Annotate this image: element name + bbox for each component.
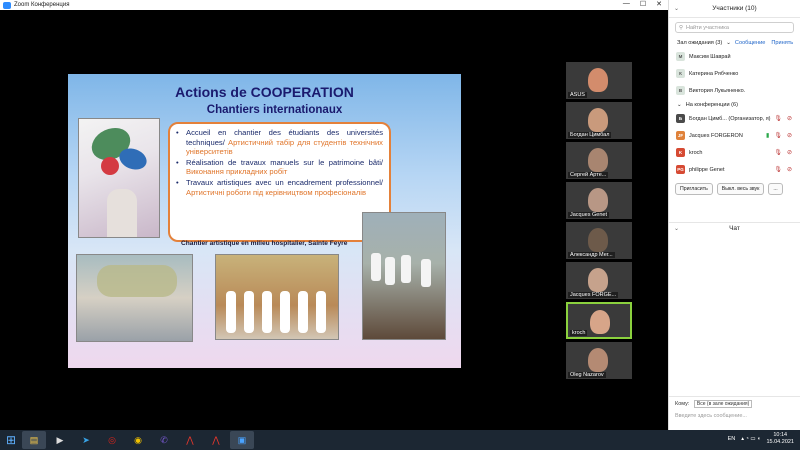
search-icon: ⚲ xyxy=(679,24,684,31)
video-tile-active-speaker[interactable]: kroch xyxy=(566,302,632,339)
maximize-button[interactable]: ☐ xyxy=(640,0,646,8)
video-tile[interactable]: Сергей Арте... xyxy=(566,142,632,179)
zoom-app-icon xyxy=(3,1,11,9)
acrobat-icon[interactable]: ⋀ xyxy=(178,431,202,449)
video-off-icon[interactable]: ⊘ xyxy=(787,115,792,122)
mute-all-button[interactable]: Выкл. весь звук xyxy=(716,183,765,195)
opera-icon[interactable]: ◎ xyxy=(100,431,124,449)
video-tile[interactable]: Jacques FORGE... xyxy=(566,262,632,299)
windows-taskbar: ⊞ ▤ ▶ ➤ ◎ ◉ ✆ ⋀ ⋀ ▣ EN ▴ ◔ ▭ ◖ 10:14 15.… xyxy=(0,430,800,450)
video-tile[interactable]: ASUS xyxy=(566,62,632,99)
video-off-icon[interactable]: ⊘ xyxy=(787,149,792,156)
language-indicator[interactable]: EN xyxy=(728,436,736,442)
more-options-button[interactable]: ... xyxy=(768,183,783,195)
window-titlebar: Zoom Конференция — ☐ ✕ xyxy=(0,0,668,10)
video-tile[interactable]: Oleg Nazarov xyxy=(566,342,632,379)
avatar: М xyxy=(676,52,685,61)
participant-row[interactable]: Б Богдан Цимб... (Организатор, я) 🎙 ⊘ xyxy=(669,110,800,127)
slide-caption: Chantier artistique en milieu hospitalie… xyxy=(181,240,348,247)
slide-title: Actions de COOPERATION xyxy=(175,84,354,100)
video-off-icon[interactable]: ⊘ xyxy=(787,166,792,173)
mural-painting-photo xyxy=(78,118,160,238)
viber-icon[interactable]: ✆ xyxy=(152,431,176,449)
avatar: В xyxy=(676,86,685,95)
chat-composer: Кому: Все (в зале ожидания) Введите здес… xyxy=(669,396,800,422)
participants-header: ⌄ Участники (10) xyxy=(669,0,800,18)
chat-message-input[interactable]: Введите здесь сообщение... xyxy=(675,413,794,419)
waiting-room-section: Зал ожидания (3) ⌄ Сообщение Принять xyxy=(677,39,794,46)
minimize-button[interactable]: — xyxy=(623,0,630,8)
pdf-reader-icon[interactable]: ⋀ xyxy=(204,431,228,449)
window-title: Zoom Конференция xyxy=(14,2,70,8)
zoom-taskbar-icon[interactable]: ▣ xyxy=(230,431,254,449)
tray-icons[interactable]: ▴ ◔ ▭ ◖ xyxy=(741,436,760,442)
participant-row[interactable]: PG philippe Genet 🎙 ⊘ xyxy=(669,161,800,178)
waiting-participant-row[interactable]: В Виктория Лукьяненко. xyxy=(669,82,800,99)
slide-subtitle: Chantiers internationaux xyxy=(206,104,343,116)
participant-actions: Пригласить Выкл. весь звук ... xyxy=(669,178,800,200)
avatar: К xyxy=(676,69,685,78)
mic-muted-icon[interactable]: 🎙 xyxy=(774,115,782,122)
chevron-down-icon[interactable]: ⌄ xyxy=(674,5,679,12)
system-tray: EN ▴ ◔ ▭ ◖ 10:14 15.04.2021 xyxy=(728,432,794,446)
waiting-participant-row[interactable]: К Катерина Рябченко xyxy=(669,65,800,82)
bullet-item: Travaux artistiques avec un encadrement … xyxy=(176,178,383,197)
in-meeting-section: ⌄ На конференции (6) xyxy=(677,101,738,108)
participants-panel: ⌄ Участники (10) ⚲ Найти участника Зал о… xyxy=(668,0,800,430)
avatar: JF xyxy=(676,131,685,140)
media-player-icon[interactable]: ▶ xyxy=(48,431,72,449)
hospital-mural-photo xyxy=(76,254,193,342)
invite-button[interactable]: Пригласить xyxy=(675,183,713,195)
waiting-participant-row[interactable]: М Максим Шаврай xyxy=(669,48,800,65)
chat-recipient-select[interactable]: Все (в зале ожидания) xyxy=(693,400,753,408)
chevron-down-icon[interactable]: ⌄ xyxy=(677,102,682,108)
message-waiting-button[interactable]: Сообщение xyxy=(735,40,765,46)
slide-bullet-box: Accueil en chantier des étudiants des un… xyxy=(168,122,391,242)
video-tile[interactable]: Jacques Genet xyxy=(566,182,632,219)
shared-slide: Actions de COOPERATION Chantiers interna… xyxy=(68,74,461,368)
participant-row[interactable]: K kroch 🎙 ⊘ xyxy=(669,144,800,161)
mic-muted-icon[interactable]: 🎙 xyxy=(774,149,782,156)
avatar: PG xyxy=(676,165,685,174)
mic-muted-icon[interactable]: 🎙 xyxy=(774,166,782,173)
video-on-icon[interactable]: ▮ xyxy=(766,132,769,139)
avatar: Б xyxy=(676,114,685,123)
telegram-icon[interactable]: ➤ xyxy=(74,431,98,449)
bullet-item: Réalisation de travaux manuels sur le pa… xyxy=(176,158,383,177)
chrome-icon[interactable]: ◉ xyxy=(126,431,150,449)
window-controls: — ☐ ✕ xyxy=(623,0,662,8)
bullet-item: Accueil en chantier des étudiants des un… xyxy=(176,128,383,157)
admit-all-button[interactable]: Принять xyxy=(771,40,793,46)
chevron-down-icon[interactable]: ⌄ xyxy=(674,225,679,232)
video-tile[interactable]: Богдан Цимбал xyxy=(566,102,632,139)
start-button[interactable]: ⊞ xyxy=(0,430,22,450)
clock[interactable]: 10:14 15.04.2021 xyxy=(766,432,794,446)
group-photo xyxy=(215,254,339,340)
close-button[interactable]: ✕ xyxy=(656,0,662,8)
participant-row[interactable]: JF Jacques FORGERON ▮ 🎙 ⊘ xyxy=(669,127,800,144)
workshop-students-photo xyxy=(362,212,446,340)
video-tile[interactable]: Александр Мег... xyxy=(566,222,632,259)
file-explorer-icon[interactable]: ▤ xyxy=(22,431,46,449)
chevron-down-icon[interactable]: ⌄ xyxy=(726,40,731,46)
avatar: K xyxy=(676,148,685,157)
video-off-icon[interactable]: ⊘ xyxy=(787,132,792,139)
chat-header: ⌄ Чат xyxy=(669,222,800,234)
participant-search-input[interactable]: ⚲ Найти участника xyxy=(675,22,794,33)
mic-muted-icon[interactable]: 🎙 xyxy=(774,132,782,139)
